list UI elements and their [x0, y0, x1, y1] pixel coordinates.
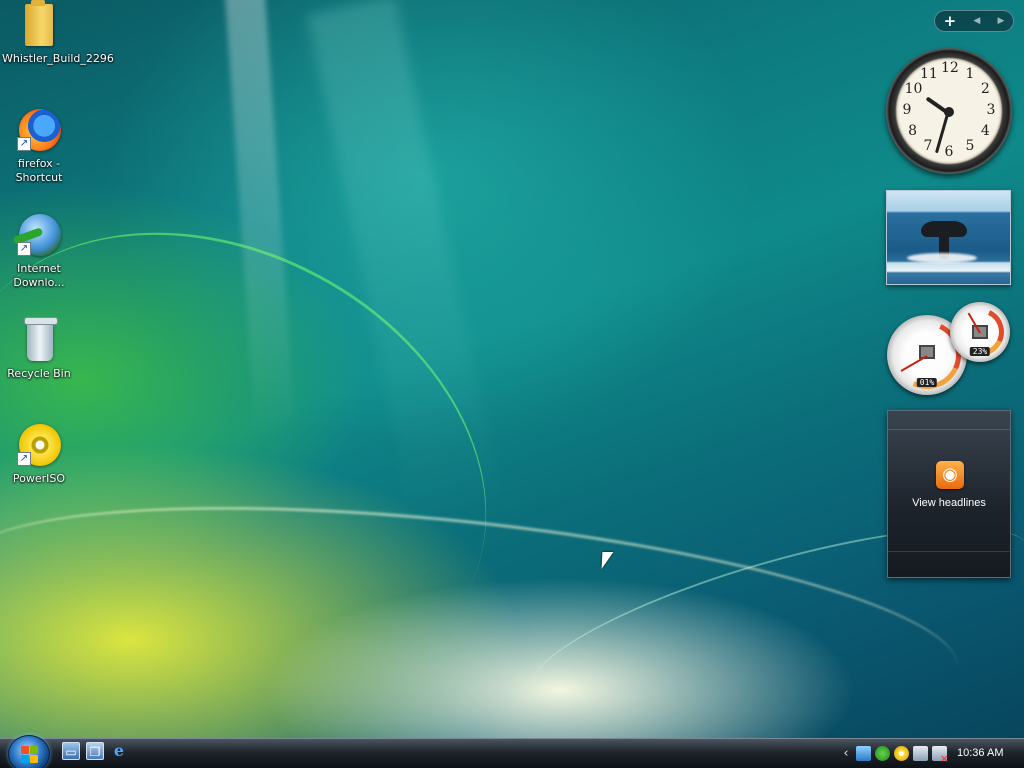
switch-windows-icon[interactable]: ❐ — [86, 742, 104, 760]
clock-numeral: 2 — [980, 81, 990, 97]
desktop-icon-label: Whistler_Build_2296 — [2, 52, 114, 65]
clock-numeral: 10 — [904, 81, 923, 97]
desktop-icon-label: PowerISO — [12, 472, 66, 485]
firefox-icon: ↗ — [15, 107, 63, 155]
clock-numeral: 12 — [941, 60, 959, 76]
windows-logo-icon — [21, 746, 39, 764]
taskbar-clock[interactable]: 10:36 AM — [957, 747, 1003, 759]
show-hidden-icons-button[interactable]: ‹ — [840, 746, 852, 761]
clock-numeral: 11 — [920, 65, 938, 82]
internet-download-manager-icon: ↗ — [15, 212, 63, 260]
folder-icon — [15, 0, 63, 50]
quick-launch-toolbar: ▭ ❐ e — [62, 742, 128, 760]
view-headlines-link[interactable]: View headlines — [888, 497, 1010, 509]
memory-usage-gauge[interactable]: 23% — [949, 301, 1011, 363]
cpu-usage-value: 01% — [916, 378, 938, 387]
idm-tray-icon[interactable] — [875, 745, 890, 761]
start-button[interactable] — [8, 735, 50, 768]
gadget-divider — [888, 551, 1010, 552]
clock-numeral: 3 — [986, 102, 996, 118]
clock-numeral: 1 — [965, 65, 975, 82]
tray-app-icon[interactable] — [856, 745, 871, 761]
clock-numeral: 8 — [908, 123, 918, 139]
shortcut-arrow-icon: ↗ — [17, 137, 31, 151]
notification-area: ‹ 10:36 AM — [840, 740, 1003, 766]
shortcut-arrow-icon: ↗ — [17, 452, 31, 466]
gadget-divider — [888, 429, 1010, 430]
desktop-icon-label: firefox - Shortcut — [15, 157, 63, 184]
sidebar-gadget-controls: + ◀ ▶ — [934, 10, 1014, 32]
desktop-icon-label: Internet Downlo... — [13, 262, 65, 289]
desktop-icon-label: Recycle Bin — [7, 367, 71, 380]
network-icon[interactable] — [913, 745, 928, 761]
recycle-bin-icon — [15, 317, 63, 365]
clock-numeral: 4 — [980, 123, 990, 139]
poweriso-tray-icon[interactable] — [894, 745, 909, 761]
show-desktop-icon[interactable]: ▭ — [62, 742, 80, 760]
poweriso-disc-icon: ↗ — [15, 422, 63, 470]
desktop-icon-whistler-build[interactable]: Whistler_Build_2296 — [2, 0, 114, 66]
slideshow-gadget[interactable] — [886, 190, 1011, 285]
desktop-icon-poweriso[interactable]: ↗ PowerISO — [2, 422, 76, 486]
mouse-pointer-icon — [601, 552, 614, 569]
desktop-icon-recycle-bin[interactable]: Recycle Bin — [2, 317, 76, 381]
clock-numeral: 5 — [965, 138, 975, 155]
feed-headlines-gadget[interactable]: ◉ View headlines — [887, 410, 1011, 578]
volume-muted-icon[interactable] — [932, 745, 949, 765]
water-splash-image — [907, 253, 977, 263]
memory-usage-value: 23% — [969, 347, 991, 356]
internet-explorer-icon[interactable]: e — [110, 742, 128, 760]
rss-feed-icon: ◉ — [936, 461, 964, 489]
clock-numeral: 7 — [923, 138, 933, 155]
clock-numeral: 6 — [944, 144, 954, 160]
clock-numeral: 9 — [902, 102, 912, 118]
add-gadget-button[interactable]: + — [944, 12, 957, 30]
clock-center-pin — [944, 107, 954, 117]
shortcut-arrow-icon: ↗ — [17, 242, 31, 256]
desktop-icon-internet-download-manager[interactable]: ↗ Internet Downlo... — [2, 212, 76, 290]
desktop-icon-firefox[interactable]: ↗ firefox - Shortcut — [2, 107, 76, 185]
clock-gadget[interactable]: 12 1 2 3 4 5 6 7 8 9 10 11 — [886, 48, 1012, 174]
next-page-button[interactable]: ▶ — [997, 16, 1004, 26]
previous-page-button[interactable]: ◀ — [973, 16, 980, 26]
